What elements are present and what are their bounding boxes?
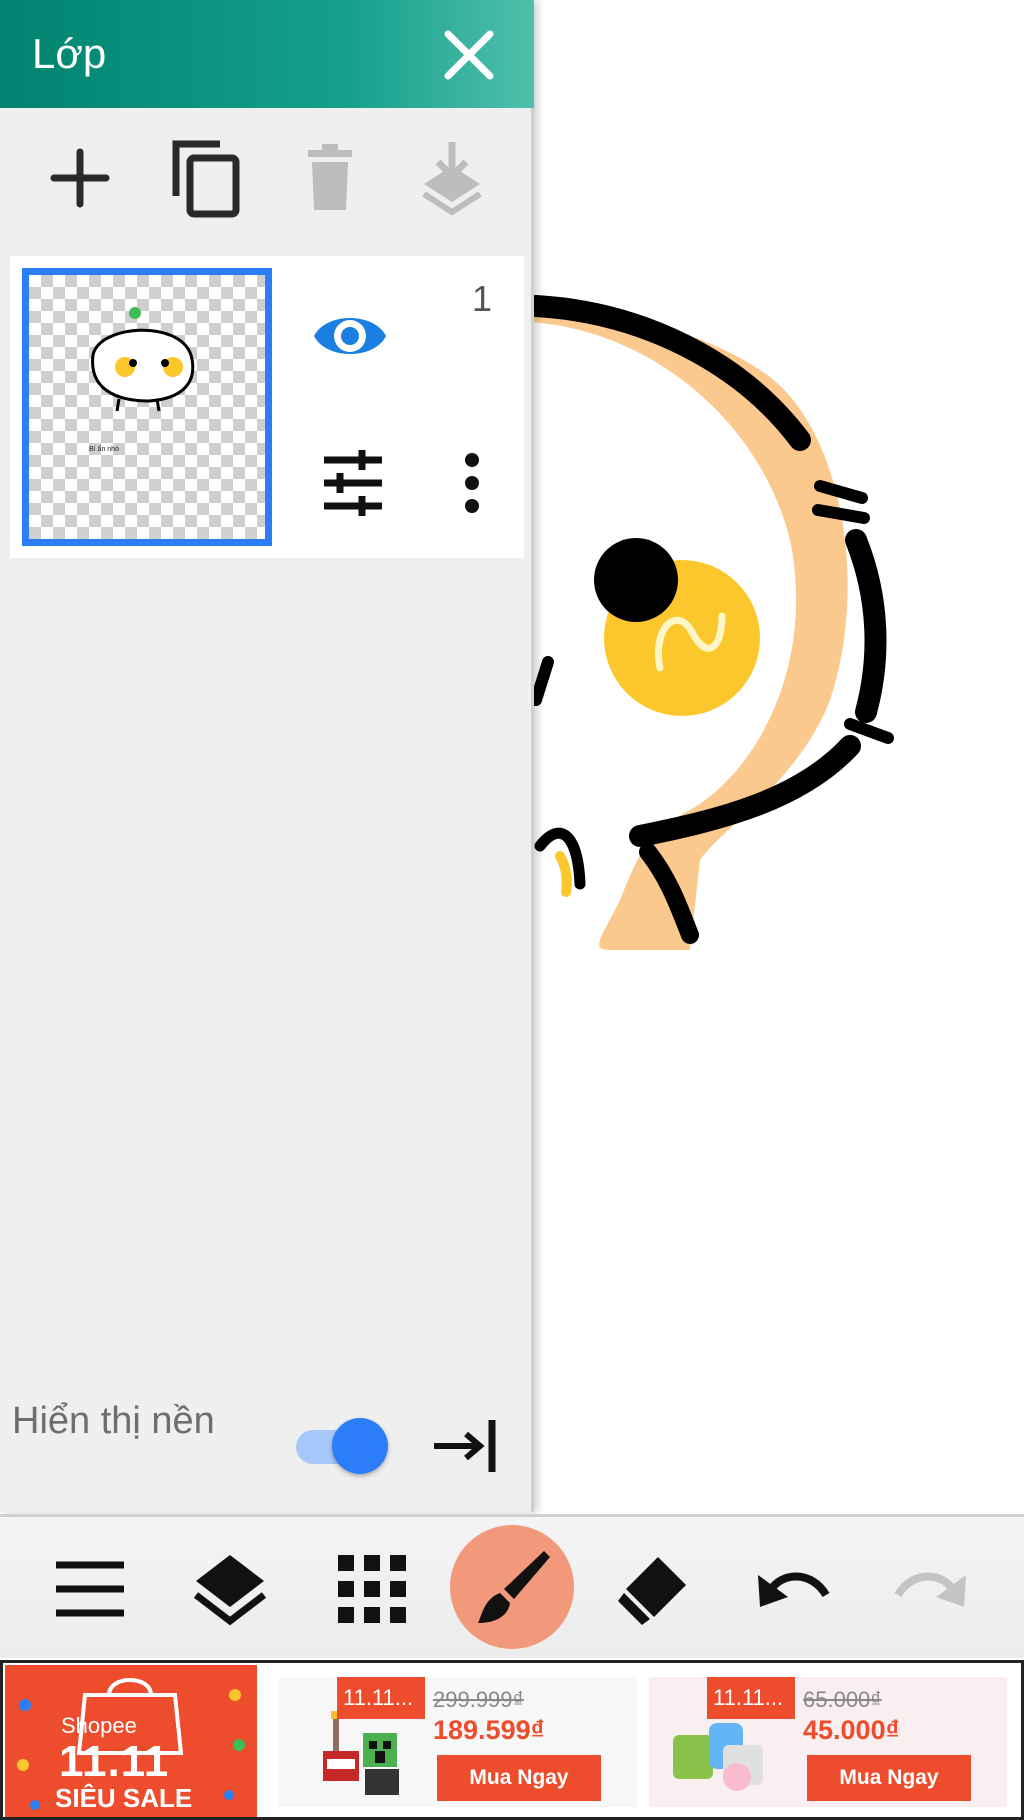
- merge-down-button[interactable]: [410, 136, 494, 220]
- plus-icon: [50, 148, 110, 208]
- layer-settings-button[interactable]: [316, 446, 390, 520]
- redo-icon: [894, 1572, 966, 1607]
- close-button[interactable]: [436, 22, 502, 88]
- add-layer-button[interactable]: [38, 136, 122, 220]
- ad-tag: 11.11...: [707, 1677, 795, 1719]
- hamburger-icon: [56, 1561, 124, 1617]
- ad-sale-label: SIÊU SALE: [55, 1783, 193, 1813]
- tools-grid-button[interactable]: [334, 1551, 410, 1627]
- ad-campaign: 11.11: [59, 1737, 170, 1786]
- whisker-2: [812, 504, 870, 524]
- close-icon: [444, 30, 494, 80]
- layer-thumbnail[interactable]: Bí ẩn nhỏ: [22, 268, 272, 546]
- layers-icon: [193, 1555, 267, 1626]
- brush-icon: [478, 1551, 550, 1623]
- layer-item[interactable]: Bí ẩn nhỏ 1: [10, 256, 524, 558]
- ad-product-card[interactable]: 11.11... 299.999₫ 189.599₫ Mua Ngay: [279, 1677, 637, 1807]
- panel-header: Lớp: [0, 0, 534, 108]
- eraser-icon: [618, 1557, 686, 1625]
- product-image: [323, 1711, 399, 1795]
- layer-panel: Lớp Bí ẩn nhỏ 1 Hiển thị nền: [0, 0, 534, 1512]
- arrow-to-right-icon: [434, 1420, 496, 1472]
- more-vertical-icon: [465, 453, 479, 513]
- show-background-label: Hiển thị nền: [12, 1400, 215, 1442]
- layer-number: 1: [472, 278, 493, 319]
- app-root: Lớp Bí ẩn nhỏ 1 Hiển thị nền Shopee 11.1…: [0, 0, 1024, 1820]
- ad-tag: 11.11...: [337, 1677, 425, 1719]
- undo-icon: [758, 1572, 830, 1607]
- layer-thumbnail-art: Bí ẩn nhỏ: [89, 307, 195, 453]
- show-background-toggle[interactable]: [296, 1418, 388, 1474]
- ad-product-card[interactable]: 11.11... 65.000₫ 45.000₫ Mua Ngay: [649, 1677, 1007, 1807]
- grid-icon: [338, 1555, 406, 1623]
- undo-button[interactable]: [754, 1551, 830, 1627]
- collapse-panel-button[interactable]: [430, 1410, 502, 1482]
- head-outline-right: [845, 529, 887, 723]
- ad-buy-button[interactable]: Mua Ngay: [437, 1755, 601, 1801]
- ad-shopee-logo[interactable]: Shopee 11.11 SIÊU SALE: [5, 1665, 257, 1817]
- menu-button[interactable]: [52, 1551, 128, 1627]
- ad-new-price: 189.599₫: [433, 1715, 545, 1745]
- delete-layer-button[interactable]: [288, 136, 372, 220]
- eraser-tool-button[interactable]: [614, 1551, 690, 1627]
- sliders-icon: [324, 450, 382, 516]
- redo-button[interactable]: [894, 1551, 970, 1627]
- merge-down-icon: [422, 142, 482, 216]
- brush-tool-button[interactable]: [450, 1525, 574, 1649]
- copy-icon: [172, 140, 240, 218]
- duplicate-layer-button[interactable]: [162, 136, 246, 220]
- ad-new-price: 45.000₫: [803, 1715, 900, 1745]
- trash-icon: [308, 144, 352, 210]
- ad-banner[interactable]: Shopee 11.11 SIÊU SALE 11.11... 299.999₫…: [0, 1660, 1024, 1820]
- eye-icon: [314, 318, 386, 354]
- paw-fill: [555, 851, 572, 897]
- eye: [594, 538, 678, 622]
- ad-old-price: 65.000₫: [803, 1687, 882, 1712]
- layer-more-button[interactable]: [444, 446, 500, 520]
- toggle-knob: [332, 1418, 388, 1474]
- product-image: [673, 1723, 763, 1791]
- ad-buy-button[interactable]: Mua Ngay: [807, 1755, 971, 1801]
- panel-title: Lớp: [32, 30, 107, 77]
- mouth-stroke: [530, 656, 554, 706]
- layers-button[interactable]: [192, 1551, 268, 1627]
- ad-old-price: 299.999₫: [433, 1687, 524, 1712]
- layer-visibility-toggle[interactable]: [310, 296, 390, 376]
- ad-brand: Shopee: [61, 1713, 137, 1738]
- whisker-3: [844, 718, 894, 744]
- svg-text:Bí ẩn nhỏ: Bí ẩn nhỏ: [89, 445, 119, 453]
- bottom-toolbar: [0, 1514, 1024, 1658]
